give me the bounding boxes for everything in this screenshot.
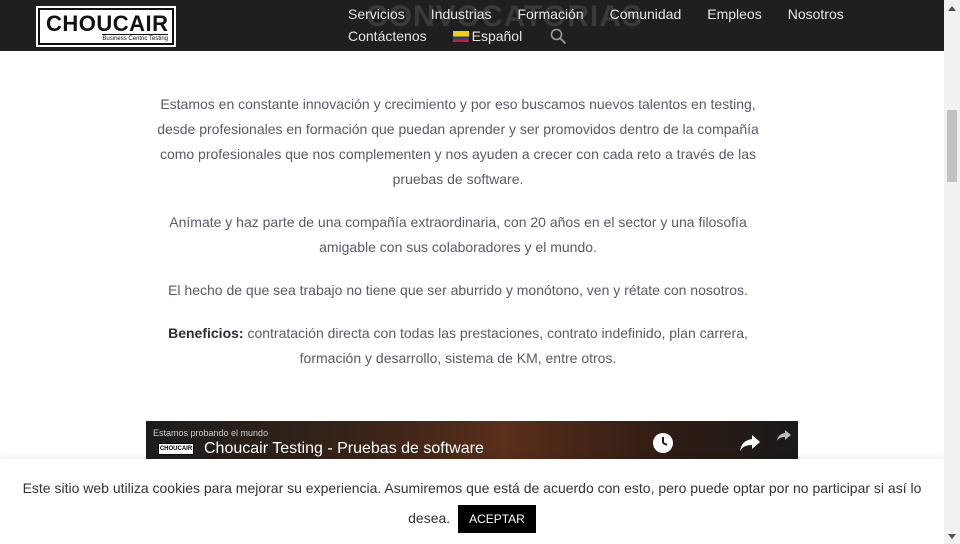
video-channel-logo[interactable]: CHOUCAIR <box>158 443 194 455</box>
clock-icon-glyph <box>662 437 668 446</box>
triangle-down-icon <box>948 533 956 539</box>
choucair-logo[interactable]: CHOUCAIR Business Centric Testing <box>36 6 176 47</box>
top-navigation-bar: CHOUCAIR Business Centric Testing CONVOC… <box>0 0 944 51</box>
nav-item-empleos[interactable]: Empleos <box>707 4 761 24</box>
cookie-message-wrapper: Este sitio web utiliza cookies para mejo… <box>0 473 944 534</box>
nav-item-servicios[interactable]: Servicios <box>348 4 405 24</box>
share-icon[interactable] <box>738 433 762 458</box>
search-icon-glyph <box>550 28 567 44</box>
main-nav: Servicios Industrias Formación Comunidad… <box>348 4 908 46</box>
share-icon[interactable] <box>776 429 792 448</box>
search-icon[interactable] <box>550 26 567 46</box>
intro-paragraph: Estamos en constante innovación y crecim… <box>157 96 759 187</box>
nav-item-industrias[interactable]: Industrias <box>431 4 492 24</box>
clock-icon[interactable] <box>653 433 673 453</box>
scroll-down-arrow-icon[interactable] <box>944 528 960 544</box>
scroll-up-arrow-icon[interactable] <box>944 0 960 16</box>
fun-work-paragraph: El hecho de que sea trabajo no tiene que… <box>168 282 748 298</box>
scrollbar-thumb[interactable] <box>947 110 957 182</box>
triangle-up-icon <box>948 5 956 11</box>
cookie-consent-banner: Este sitio web utiliza cookies para mejo… <box>0 459 944 544</box>
benefits-text: contratación directa con todas las prest… <box>243 325 748 366</box>
colombia-flag-icon <box>452 30 469 42</box>
language-label: Español <box>471 28 523 44</box>
share-icon-glyph <box>740 435 760 451</box>
video-channel-text: Estamos probando el mundo <box>153 428 269 438</box>
job-openings-content: Estamos en constante innovación y crecim… <box>140 92 776 389</box>
benefits-paragraph: Beneficios: contratación directa con tod… <box>140 321 776 371</box>
nav-item-contactenos[interactable]: Contáctenos <box>348 26 427 46</box>
logo-tagline: Business Centric Testing <box>102 34 168 42</box>
vertical-scrollbar[interactable] <box>944 0 960 544</box>
benefits-label: Beneficios: <box>168 325 244 341</box>
nav-item-formacion[interactable]: Formación <box>518 4 584 24</box>
video-title[interactable]: Choucair Testing - Pruebas de software <box>204 440 484 458</box>
invitation-paragraph: Anímate y haz parte de una compañía extr… <box>169 214 747 255</box>
nav-item-nosotros[interactable]: Nosotros <box>788 4 844 24</box>
accept-cookies-button[interactable]: ACEPTAR <box>458 505 536 534</box>
language-selector[interactable]: Español <box>452 26 523 46</box>
nav-item-comunidad[interactable]: Comunidad <box>610 4 682 24</box>
logo-frame: CHOUCAIR Business Centric Testing <box>38 8 174 45</box>
youtube-video-embed[interactable]: Estamos probando el mundo CHOUCAIR Chouc… <box>146 421 798 461</box>
share-icon-glyph-small <box>777 430 791 441</box>
